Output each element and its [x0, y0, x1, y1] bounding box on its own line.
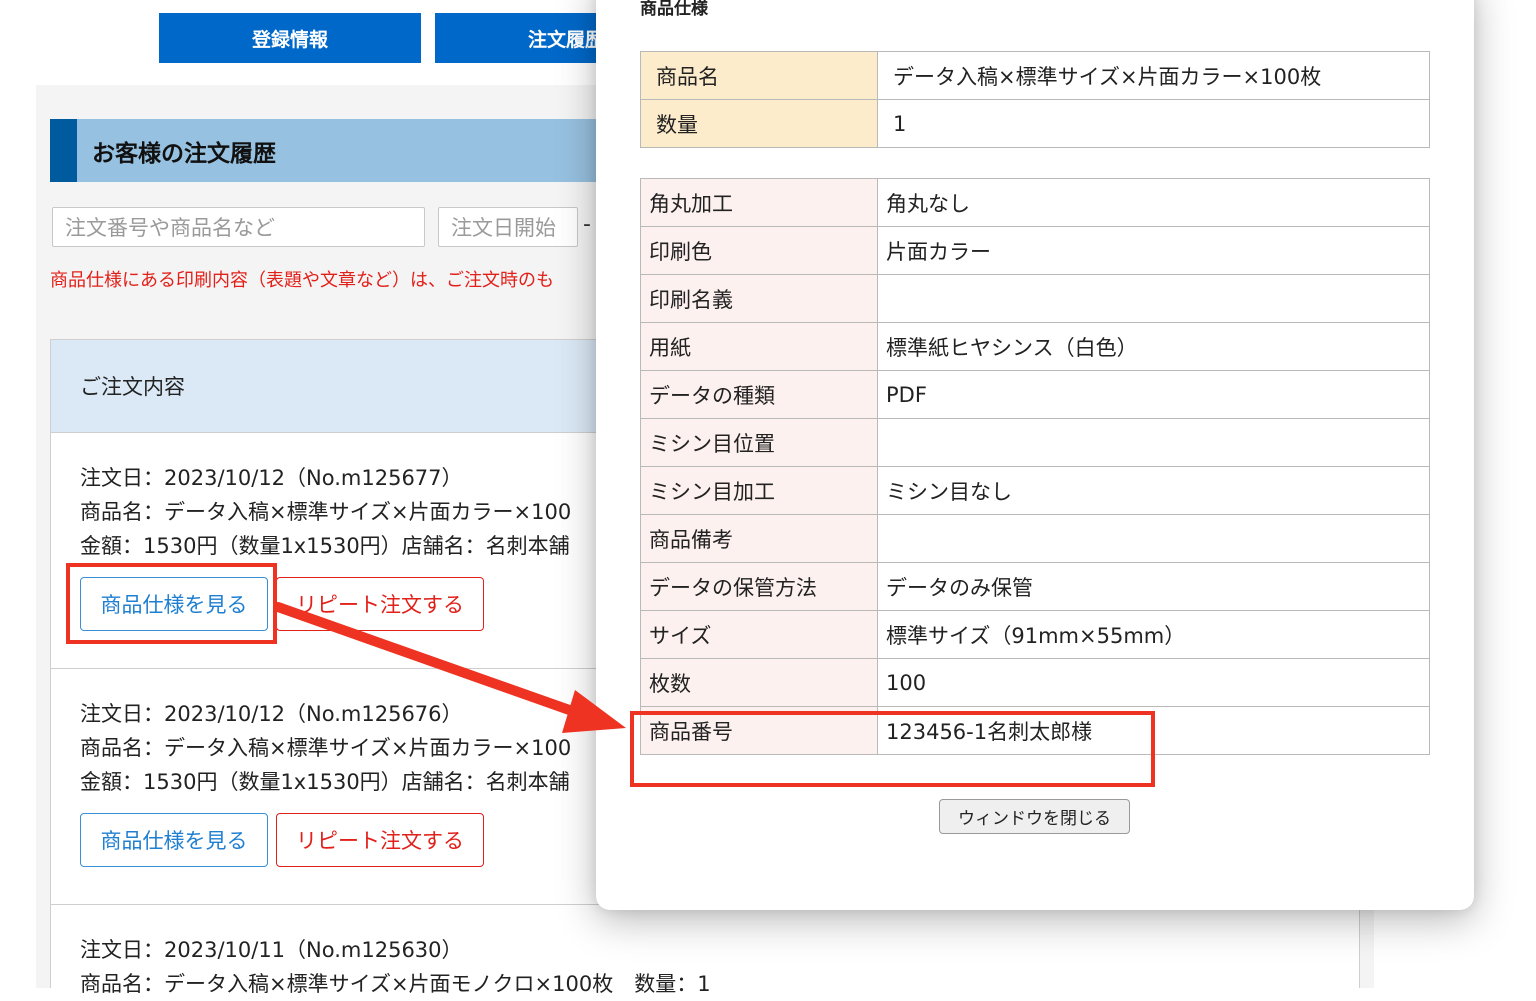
- spec-key: 商品名: [641, 52, 878, 100]
- spec-value: PDF: [878, 371, 1430, 419]
- spec-value: データのみ保管: [878, 563, 1430, 611]
- spec-key: 用紙: [641, 323, 878, 371]
- modal-title: 商品仕様: [640, 0, 708, 19]
- spec-value: [878, 515, 1430, 563]
- order-item: 注文日：2023/10/11（No.m125630） 商品名：データ入稿×標準サ…: [51, 905, 1359, 989]
- table-row: 用紙標準紙ヒヤシンス（白色）: [641, 323, 1430, 371]
- table-row: サイズ標準サイズ（91mm×55mm）: [641, 611, 1430, 659]
- close-window-button[interactable]: ウィンドウを閉じる: [939, 799, 1130, 834]
- spec-value: 標準紙ヒヤシンス（白色）: [878, 323, 1430, 371]
- spec-key: データの種類: [641, 371, 878, 419]
- table-row: 商品名 データ入稿×標準サイズ×片面カラー×100枚: [641, 52, 1430, 100]
- spec-detail-table: 角丸加工角丸なし 印刷色片面カラー 印刷名義 用紙標準紙ヒヤシンス（白色） デー…: [640, 178, 1430, 755]
- spec-value: 片面カラー: [878, 227, 1430, 275]
- spec-key: 印刷色: [641, 227, 878, 275]
- spec-key: 商品備考: [641, 515, 878, 563]
- order-product: 商品名：データ入稿×標準サイズ×片面モノクロ×100枚 数量：1: [80, 967, 1359, 1001]
- spec-value: [878, 275, 1430, 323]
- table-row: 数量 1: [641, 100, 1430, 148]
- repeat-order-button[interactable]: リピート注文する: [276, 813, 484, 867]
- spec-value: 1: [878, 100, 1430, 148]
- notice-text: 商品仕様にある印刷内容（表題や文章など）は、ご注文時のも: [50, 266, 554, 292]
- search-input[interactable]: 注文番号や商品名など: [52, 207, 425, 247]
- table-row: データの種類PDF: [641, 371, 1430, 419]
- spec-key: 商品番号: [641, 707, 878, 755]
- spec-value: データ入稿×標準サイズ×片面カラー×100枚: [878, 52, 1430, 100]
- spec-key: サイズ: [641, 611, 878, 659]
- product-spec-modal: 商品仕様 商品名 データ入稿×標準サイズ×片面カラー×100枚 数量 1 角丸加…: [596, 0, 1474, 910]
- table-row: ミシン目加工ミシン目なし: [641, 467, 1430, 515]
- table-row: 商品番号123456-1名刺太郎様: [641, 707, 1430, 755]
- spec-key: ミシン目加工: [641, 467, 878, 515]
- spec-value: [878, 419, 1430, 467]
- spec-main-table: 商品名 データ入稿×標準サイズ×片面カラー×100枚 数量 1: [640, 51, 1430, 148]
- table-row: 角丸加工角丸なし: [641, 179, 1430, 227]
- registration-info-button[interactable]: 登録情報: [159, 13, 421, 63]
- view-spec-button[interactable]: 商品仕様を見る: [80, 813, 268, 867]
- spec-key: 数量: [641, 100, 878, 148]
- header-accent: [50, 119, 77, 182]
- table-row: 枚数100: [641, 659, 1430, 707]
- table-row: 印刷色片面カラー: [641, 227, 1430, 275]
- spec-key: データの保管方法: [641, 563, 878, 611]
- spec-key: 印刷名義: [641, 275, 878, 323]
- table-row: ミシン目位置: [641, 419, 1430, 467]
- page-title: お客様の注文履歴: [92, 134, 276, 168]
- spec-key: 枚数: [641, 659, 878, 707]
- table-row: 印刷名義: [641, 275, 1430, 323]
- date-start-input[interactable]: 注文日開始: [438, 207, 578, 247]
- spec-value: 角丸なし: [878, 179, 1430, 227]
- spec-key: ミシン目位置: [641, 419, 878, 467]
- order-date: 注文日：2023/10/11（No.m125630）: [80, 933, 1359, 967]
- spec-key: 角丸加工: [641, 179, 878, 227]
- table-row: データの保管方法データのみ保管: [641, 563, 1430, 611]
- date-range-separator: -: [583, 212, 591, 237]
- repeat-order-button[interactable]: リピート注文する: [276, 577, 484, 631]
- spec-value: ミシン目なし: [878, 467, 1430, 515]
- spec-value: 123456-1名刺太郎様: [878, 707, 1430, 755]
- table-row: 商品備考: [641, 515, 1430, 563]
- view-spec-button[interactable]: 商品仕様を見る: [80, 577, 268, 631]
- spec-value: 標準サイズ（91mm×55mm）: [878, 611, 1430, 659]
- spec-value: 100: [878, 659, 1430, 707]
